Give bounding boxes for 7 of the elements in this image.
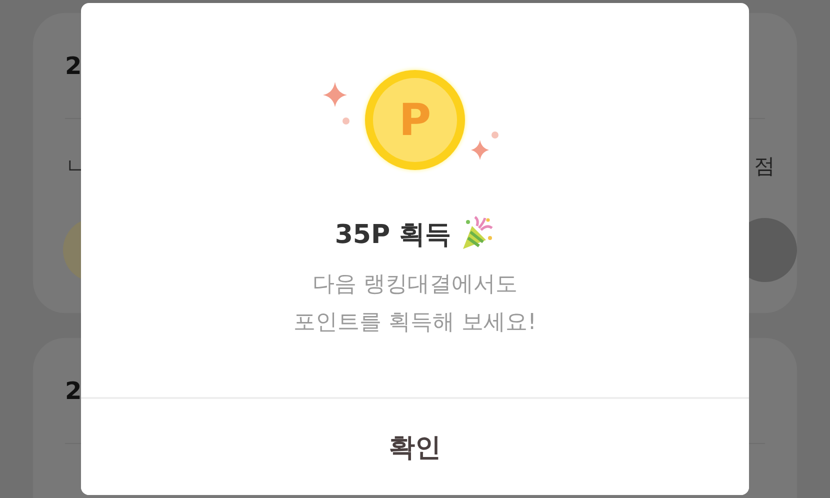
card-heading: 2 bbox=[65, 376, 82, 404]
reward-message: 다음 랭킹대결에서도 포인트를 획득해 보세요! bbox=[294, 271, 536, 337]
card-heading: 2 bbox=[65, 52, 82, 80]
reward-title: 35P 획득 bbox=[334, 218, 452, 252]
coin-icon: P bbox=[365, 70, 465, 170]
card-score: 점 bbox=[754, 153, 775, 180]
card-text: ㄴ bbox=[65, 153, 86, 180]
